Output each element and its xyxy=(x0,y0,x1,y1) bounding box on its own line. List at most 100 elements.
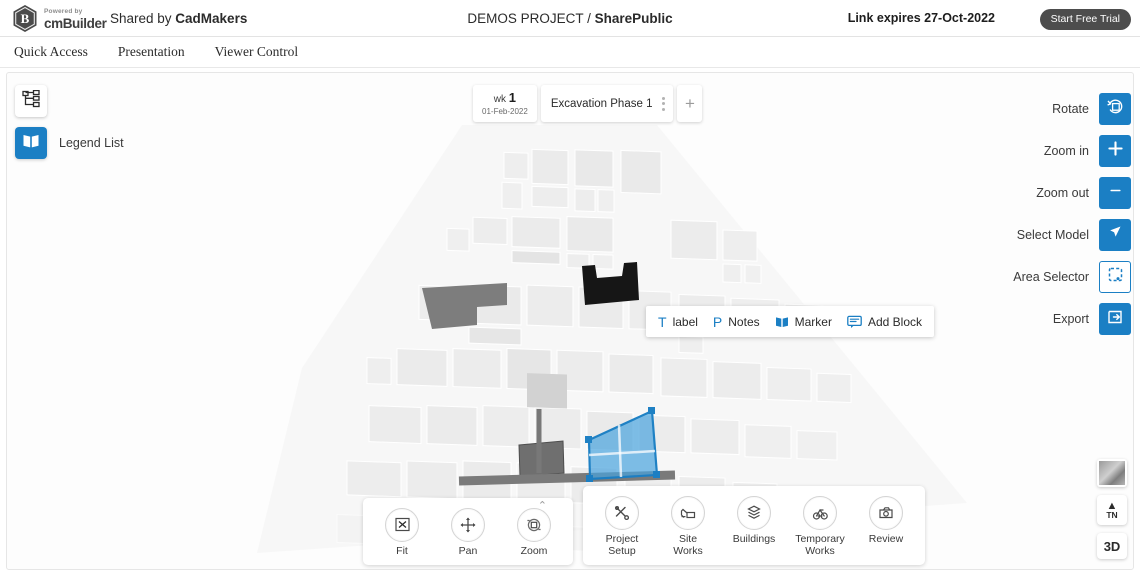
dimension-toggle-button[interactable]: 3D xyxy=(1097,533,1127,559)
annotation-marker-text: Marker xyxy=(795,315,832,329)
export-label: Export xyxy=(1053,312,1089,326)
legend-list-label: Legend List xyxy=(59,136,124,150)
comment-block-icon xyxy=(847,315,862,329)
export-button[interactable] xyxy=(1099,303,1131,335)
legend-list-button[interactable] xyxy=(15,127,47,159)
review-button[interactable]: Review xyxy=(861,496,911,545)
zoom-orbit-icon xyxy=(517,508,551,542)
category-tools-panel: Project Setup Site Works xyxy=(583,486,925,565)
project-name: DEMOS PROJECT xyxy=(467,11,583,26)
annotation-notes-text: Notes xyxy=(728,315,759,329)
left-tool-sidebar: Legend List xyxy=(15,85,124,159)
marker-book-icon xyxy=(775,315,789,329)
annotation-notes-tool[interactable]: P Notes xyxy=(713,315,760,329)
excavator-icon xyxy=(671,496,705,530)
marquee-select-icon xyxy=(1107,266,1124,288)
fit-label: Fit xyxy=(396,545,408,557)
site-works-button[interactable]: Site Works xyxy=(663,496,713,557)
true-north-label: TN xyxy=(1106,511,1117,520)
phase-menu-dots-icon[interactable] xyxy=(658,97,669,111)
add-phase-button[interactable]: + xyxy=(677,85,702,122)
buildings-button[interactable]: Buildings xyxy=(729,496,779,545)
project-setup-label: Project Setup xyxy=(606,533,639,557)
temporary-works-label: Temporary Works xyxy=(795,533,845,557)
tool-row-area-selector: Area Selector xyxy=(1013,261,1131,293)
zoom-label: Zoom xyxy=(521,545,548,557)
tab-presentation[interactable]: Presentation xyxy=(118,44,185,60)
project-setup-line1: Project xyxy=(606,533,639,545)
top-header: B Powered by cmBuilder Shared by CadMake… xyxy=(0,0,1140,37)
app-root: B Powered by cmBuilder Shared by CadMake… xyxy=(0,0,1140,576)
export-icon xyxy=(1106,308,1124,331)
annotation-label-tool[interactable]: T label xyxy=(658,315,698,329)
viewport-corner-widgets: ▲ TN 3D xyxy=(1097,459,1127,559)
project-share-name: SharePublic xyxy=(595,11,673,26)
area-selector-label: Area Selector xyxy=(1013,270,1089,284)
week-tile[interactable]: wk 1 01-Feb-2022 xyxy=(473,85,537,122)
rotate-button[interactable] xyxy=(1099,93,1131,125)
annotation-add-block-text: Add Block xyxy=(868,315,922,329)
tool-row-zoom-out: Zoom out xyxy=(1013,177,1131,209)
minimap-image xyxy=(1099,461,1125,485)
project-separator: / xyxy=(583,11,594,26)
model-tree-button[interactable] xyxy=(15,85,47,117)
pan-label: Pan xyxy=(459,545,478,557)
tools-wrench-icon xyxy=(605,496,639,530)
notes-pin-icon: P xyxy=(713,315,722,329)
legend-list-row: Legend List xyxy=(15,127,124,159)
map-gray-block-mid xyxy=(527,373,567,408)
zoom-out-label: Zoom out xyxy=(1036,186,1089,200)
timeline-phase-bar: wk 1 01-Feb-2022 Excavation Phase 1 + xyxy=(473,85,702,122)
tool-row-select-model: Select Model xyxy=(1013,219,1131,251)
review-label: Review xyxy=(869,533,903,545)
phase-tile[interactable]: Excavation Phase 1 xyxy=(541,85,674,122)
text-label-icon: T xyxy=(658,315,667,329)
temporary-works-button[interactable]: Temporary Works xyxy=(795,496,845,557)
pan-button[interactable]: Pan xyxy=(443,508,493,557)
project-setup-line2: Setup xyxy=(608,545,635,557)
true-north-button[interactable]: ▲ TN xyxy=(1097,495,1127,525)
site-works-label: Site Works xyxy=(663,533,713,557)
tab-viewer-control[interactable]: Viewer Control xyxy=(215,44,299,60)
tool-row-zoom-in: Zoom in xyxy=(1013,135,1131,167)
tool-row-export: Export xyxy=(1013,303,1131,335)
select-model-button[interactable] xyxy=(1099,219,1131,251)
annotation-label-text: label xyxy=(673,315,698,329)
minus-icon xyxy=(1107,182,1124,204)
building-stack-icon xyxy=(737,496,771,530)
phase-name-label: Excavation Phase 1 xyxy=(551,98,653,110)
legend-book-icon xyxy=(22,132,40,155)
minimap-thumbnail-button[interactable] xyxy=(1097,459,1127,487)
week-date: 01-Feb-2022 xyxy=(482,107,528,116)
fit-button[interactable]: Fit xyxy=(377,508,427,557)
week-number-row: wk 1 xyxy=(494,90,516,106)
area-selector-button[interactable] xyxy=(1099,261,1131,293)
zoom-in-label: Zoom in xyxy=(1044,144,1089,158)
zoom-in-button[interactable] xyxy=(1099,135,1131,167)
cursor-arrow-icon xyxy=(1106,223,1125,247)
tab-quick-access[interactable]: Quick Access xyxy=(14,44,88,60)
select-model-label: Select Model xyxy=(1017,228,1089,242)
week-prefix: wk xyxy=(494,94,506,105)
week-number: 1 xyxy=(509,90,516,105)
model-viewport[interactable]: Legend List wk 1 01-Feb-2022 Excavation … xyxy=(6,72,1134,570)
tool-row-rotate: Rotate xyxy=(1013,93,1131,125)
start-free-trial-button[interactable]: Start Free Trial xyxy=(1040,9,1131,30)
annotation-marker-tool[interactable]: Marker xyxy=(775,315,832,329)
zoom-button[interactable]: Zoom xyxy=(509,508,559,557)
annotation-add-block-tool[interactable]: Add Block xyxy=(847,315,922,329)
bottom-toolbars: ⌃ Fit xyxy=(363,486,925,565)
temporary-works-line2: Works xyxy=(805,545,835,557)
annotation-toolbar: T label P Notes Marker xyxy=(646,306,934,337)
project-setup-button[interactable]: Project Setup xyxy=(597,496,647,557)
crane-icon xyxy=(803,496,837,530)
link-expiry-label: Link expires 27-Oct-2022 xyxy=(848,11,995,25)
review-camera-icon xyxy=(869,496,903,530)
chevron-up-icon[interactable]: ⌃ xyxy=(538,499,547,512)
nav-tabs: Quick Access Presentation Viewer Control xyxy=(0,37,1140,68)
right-tool-sidebar: Rotate Zoom in xyxy=(1013,93,1131,335)
zoom-out-button[interactable] xyxy=(1099,177,1131,209)
buildings-label: Buildings xyxy=(733,533,776,545)
rotate-icon xyxy=(1106,97,1125,121)
model-tree-icon xyxy=(22,90,40,113)
